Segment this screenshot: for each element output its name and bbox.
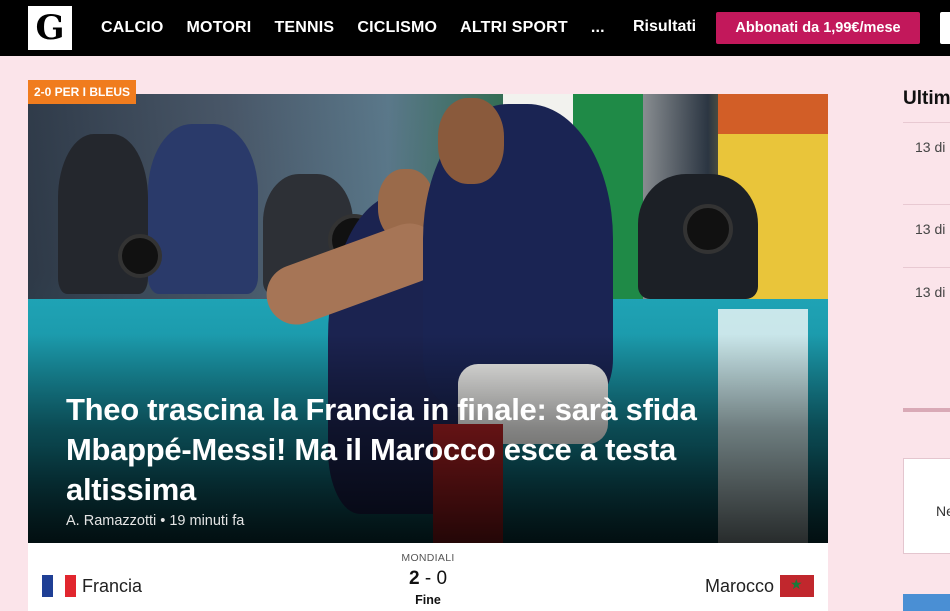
sidebar-news-item[interactable]: 13 di xyxy=(903,122,950,184)
score-separator: - xyxy=(424,568,432,589)
hero-image-player xyxy=(438,98,504,184)
hero-article[interactable]: Theo trascina la Francia in finale: sarà… xyxy=(28,94,828,543)
sidebar-news-item[interactable]: 13 di xyxy=(903,204,950,266)
home-score: 2 xyxy=(408,568,420,589)
match-score-bar[interactable]: MONDIALI Francia 2 - 0 Fine Marocco xyxy=(28,543,828,611)
top-navigation-bar: G CALCIO MOTORI TENNIS CICLISMO ALTRI SP… xyxy=(0,0,950,56)
hero-image-camera xyxy=(683,204,733,254)
byline-separator: • xyxy=(160,513,166,529)
match-competition: MONDIALI xyxy=(401,552,455,564)
away-team-name: Marocco xyxy=(704,575,774,596)
nav-item-motori[interactable]: MOTORI xyxy=(187,19,252,37)
article-kicker-badge: 2-0 PER I BLEUS xyxy=(28,80,137,104)
results-link[interactable]: Risultati xyxy=(633,18,696,36)
hero-image-photographer xyxy=(148,124,258,294)
hero-image-flag xyxy=(718,94,828,134)
hero-image-camera xyxy=(118,234,162,278)
subscribe-button[interactable]: Abbonati da 1,99€/mese xyxy=(716,12,920,44)
sidebar-title: Ultim xyxy=(903,88,950,109)
nav-item-ciclismo[interactable]: CICLISMO xyxy=(357,19,437,37)
sidebar-item-date: 13 di xyxy=(915,139,946,155)
sidebar-item-date: 13 di xyxy=(915,284,946,300)
sidebar-blue-block[interactable] xyxy=(903,594,950,611)
sidebar-news-item[interactable]: 13 di xyxy=(903,267,950,329)
morocco-flag-icon xyxy=(780,575,814,597)
nav-item-more[interactable]: ... xyxy=(591,19,605,37)
article-headline[interactable]: Theo trascina la Francia in finale: sarà… xyxy=(66,390,806,510)
sidebar-card[interactable]: Ne xyxy=(903,458,950,554)
away-team[interactable]: Marocco xyxy=(705,575,814,597)
site-logo[interactable]: G xyxy=(28,6,72,50)
account-button[interactable] xyxy=(940,12,950,44)
article-byline: A. Ramazzotti • 19 minuti fa xyxy=(66,513,244,529)
sidebar-divider xyxy=(903,408,950,412)
away-score: 0 xyxy=(436,568,448,589)
article-author[interactable]: A. Ramazzotti xyxy=(66,513,156,529)
sidebar-card-text: Ne xyxy=(936,503,950,519)
sidebar-item-date: 13 di xyxy=(915,221,946,237)
nav-item-altri-sport[interactable]: ALTRI SPORT xyxy=(460,19,568,37)
nav-item-calcio[interactable]: CALCIO xyxy=(101,19,164,37)
main-nav: CALCIO MOTORI TENNIS CICLISMO ALTRI SPOR… xyxy=(101,0,628,56)
article-time: 19 minuti fa xyxy=(169,513,245,529)
nav-item-tennis[interactable]: TENNIS xyxy=(274,19,334,37)
